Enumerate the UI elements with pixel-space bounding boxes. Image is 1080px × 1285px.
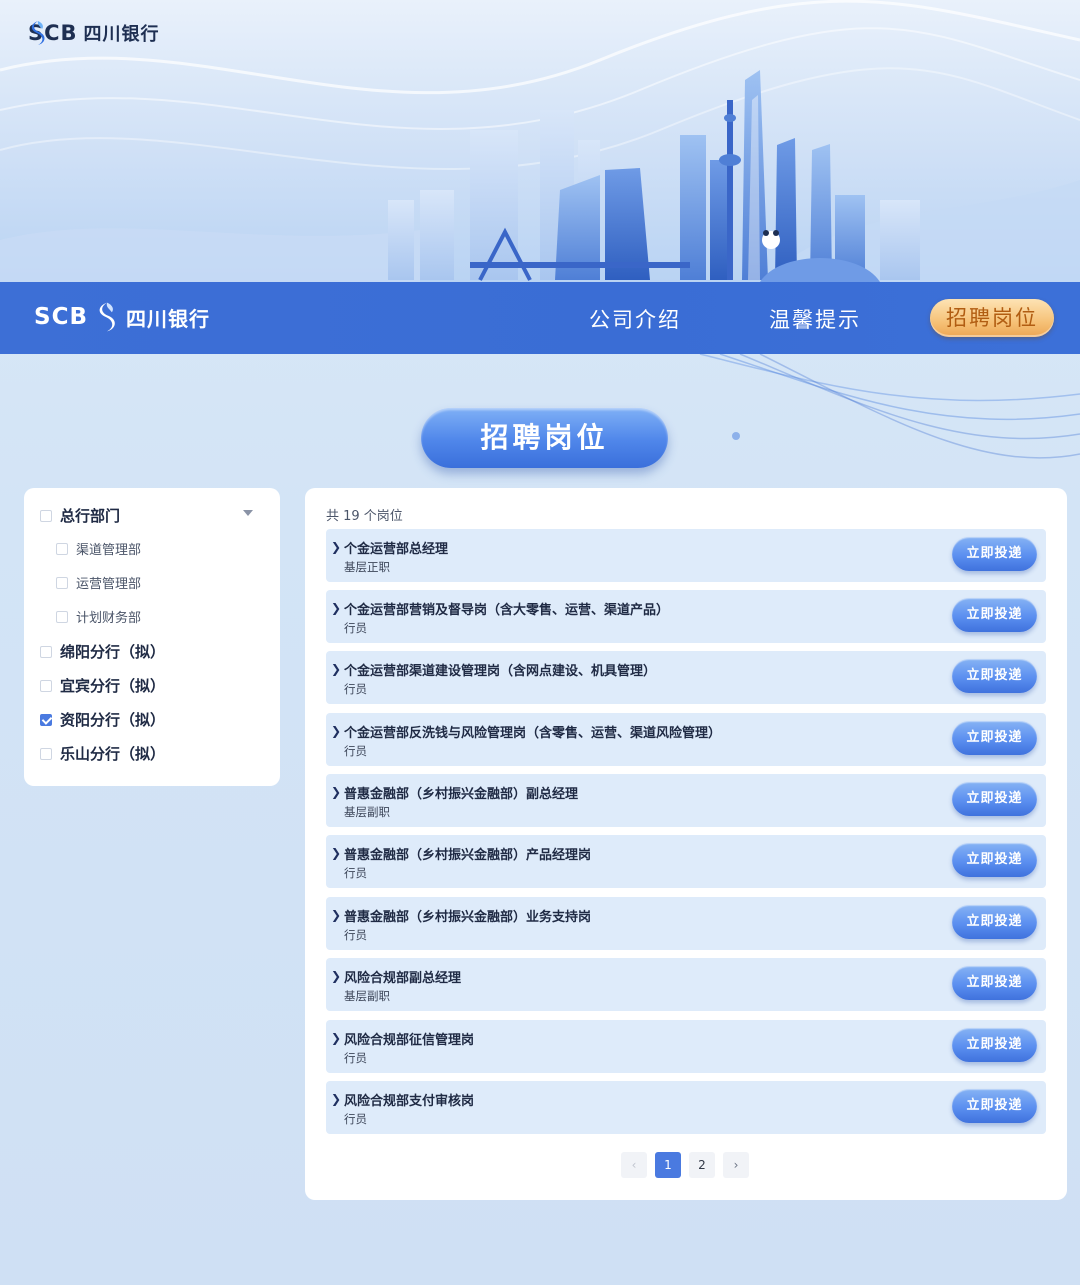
apply-button[interactable]: 立即投递 <box>952 1089 1037 1123</box>
chevron-right-icon: ❯ <box>331 1092 342 1106</box>
nav-logo-bank-name: 四川银行 <box>125 306 210 331</box>
job-row[interactable]: ❯ 风险合规部支付审核岗 行员 立即投递 <box>326 1081 1046 1134</box>
job-level: 行员 <box>344 928 367 942</box>
checkbox-checked[interactable] <box>40 713 52 726</box>
apply-button[interactable]: 立即投递 <box>952 782 1037 816</box>
job-level: 行员 <box>344 1112 367 1126</box>
job-title[interactable]: 个金运营部渠道建设管理岗（含网点建设、机具管理） <box>344 660 656 679</box>
city-skyline-illustration <box>0 0 1080 282</box>
job-title[interactable]: 个金运营部反洗钱与风险管理岗（含零售、运营、渠道风险管理） <box>344 722 721 741</box>
job-title[interactable]: 风险合规部支付审核岗 <box>344 1090 474 1109</box>
nav-tips[interactable]: 温馨提示 <box>769 304 861 334</box>
job-level: 行员 <box>344 866 367 880</box>
chevron-right-icon: ❯ <box>331 662 342 676</box>
job-row[interactable]: ❯ 普惠金融部（乡村振兴金融部）产品经理岗 行员 立即投递 <box>326 835 1046 888</box>
apply-button[interactable]: 立即投递 <box>952 1028 1037 1062</box>
filter-group-yibin[interactable]: 宜宾分行（拟） <box>40 675 165 696</box>
apply-button[interactable]: 立即投递 <box>952 537 1037 571</box>
job-title[interactable]: 普惠金融部（乡村振兴金融部）业务支持岗 <box>344 906 591 925</box>
job-list-panel: 共 19 个岗位 ❯ 个金运营部总经理 基层正职 立即投递 ❯ 个金运营部营销及… <box>305 488 1067 1200</box>
job-level: 行员 <box>344 621 367 635</box>
job-title[interactable]: 风险合规部副总经理 <box>344 967 461 986</box>
job-count: 共 19 个岗位 <box>326 509 403 524</box>
job-title[interactable]: 个金运营部营销及督导岗（含大零售、运营、渠道产品） <box>344 599 669 618</box>
chevron-right-icon: ❯ <box>331 785 342 799</box>
apply-button[interactable]: 立即投递 <box>952 598 1037 632</box>
job-row[interactable]: ❯ 个金运营部渠道建设管理岗（含网点建设、机具管理） 行员 立即投递 <box>326 651 1046 704</box>
checkbox[interactable] <box>56 610 68 623</box>
pagination-page[interactable]: 2 <box>689 1152 715 1178</box>
pagination-prev[interactable]: ‹ <box>621 1152 647 1178</box>
filter-panel: 总行部门 渠道管理部 运营管理部 计划财务部 绵阳分行（拟） 宜宾分行（拟） 资… <box>24 488 280 786</box>
job-row[interactable]: ❯ 个金运营部营销及督导岗（含大零售、运营、渠道产品） 行员 立即投递 <box>326 590 1046 643</box>
filter-label: 宜宾分行（拟） <box>60 677 166 695</box>
filter-item-finance[interactable]: 计划财务部 <box>56 607 141 626</box>
top-nav-bar: SCB 四川银行 公司介绍 温馨提示 招聘岗位 <box>0 282 1080 354</box>
checkbox[interactable] <box>40 679 52 692</box>
checkbox[interactable] <box>40 509 52 522</box>
job-row[interactable]: ❯ 个金运营部总经理 基层正职 立即投递 <box>326 529 1046 582</box>
apply-button[interactable]: 立即投递 <box>952 966 1037 1000</box>
job-level: 基层副职 <box>344 805 390 819</box>
apply-button[interactable]: 立即投递 <box>952 843 1037 877</box>
chevron-right-icon: ❯ <box>331 724 342 738</box>
checkbox[interactable] <box>40 645 52 658</box>
nav-job-positions[interactable]: 招聘岗位 <box>930 299 1054 337</box>
job-row[interactable]: ❯ 风险合规部征信管理岗 行员 立即投递 <box>326 1020 1046 1073</box>
logo-bank-name: 四川银行 <box>83 24 160 45</box>
job-title[interactable]: 普惠金融部（乡村振兴金融部）产品经理岗 <box>344 844 591 863</box>
checkbox[interactable] <box>56 576 68 589</box>
job-row[interactable]: ❯ 个金运营部反洗钱与风险管理岗（含零售、运营、渠道风险管理） 行员 立即投递 <box>326 713 1046 766</box>
job-row[interactable]: ❯ 普惠金融部（乡村振兴金融部）副总经理 基层副职 立即投递 <box>326 774 1046 827</box>
apply-button[interactable]: 立即投递 <box>952 905 1037 939</box>
job-level: 行员 <box>344 1051 367 1065</box>
chevron-right-icon: ❯ <box>331 1031 342 1045</box>
page-title: 招聘岗位 <box>421 408 668 468</box>
chevron-right-icon: ❯ <box>331 540 342 554</box>
job-row[interactable]: ❯ 普惠金融部（乡村振兴金融部）业务支持岗 行员 立即投递 <box>326 897 1046 950</box>
filter-group-mianyang[interactable]: 绵阳分行（拟） <box>40 641 165 662</box>
filter-label: 计划财务部 <box>76 611 142 626</box>
bank-logo-icon <box>99 302 115 332</box>
apply-button[interactable]: 立即投递 <box>952 721 1037 755</box>
filter-label: 乐山分行（拟） <box>60 745 166 763</box>
hero-logo: SCB 四川银行 <box>28 20 160 46</box>
chevron-down-icon[interactable] <box>243 510 253 516</box>
job-title[interactable]: 风险合规部征信管理岗 <box>344 1029 474 1048</box>
chevron-right-icon: ❯ <box>331 601 342 615</box>
filter-group-leshan[interactable]: 乐山分行（拟） <box>40 743 165 764</box>
nav-logo[interactable]: SCB 四川银行 <box>34 300 210 334</box>
job-level: 基层副职 <box>344 989 390 1003</box>
filter-item-channel-mgmt[interactable]: 渠道管理部 <box>56 539 141 558</box>
filter-label: 绵阳分行（拟） <box>60 643 166 661</box>
hero-banner: SCB 四川银行 <box>0 0 1080 282</box>
checkbox[interactable] <box>40 747 52 760</box>
nav-company-intro[interactable]: 公司介绍 <box>589 304 681 334</box>
job-title[interactable]: 个金运营部总经理 <box>344 538 448 557</box>
job-level: 行员 <box>344 744 367 758</box>
apply-button[interactable]: 立即投递 <box>952 659 1037 693</box>
job-row[interactable]: ❯ 风险合规部副总经理 基层副职 立即投递 <box>326 958 1046 1011</box>
chevron-right-icon: ❯ <box>331 969 342 983</box>
pagination-next[interactable]: › <box>723 1152 749 1178</box>
pagination-page[interactable]: 1 <box>655 1152 681 1178</box>
nav-logo-scb-text: SCB <box>34 304 88 330</box>
filter-item-operations-mgmt[interactable]: 运营管理部 <box>56 573 141 592</box>
filter-group-ziyang[interactable]: 资阳分行（拟） <box>40 709 165 730</box>
bank-logo-icon <box>31 21 45 45</box>
job-level: 行员 <box>344 682 367 696</box>
filter-label: 运营管理部 <box>76 577 142 592</box>
job-level: 基层正职 <box>344 560 390 574</box>
filter-label: 总行部门 <box>60 507 121 525</box>
filter-label: 渠道管理部 <box>76 543 142 558</box>
chevron-right-icon: ❯ <box>331 908 342 922</box>
checkbox[interactable] <box>56 542 68 555</box>
filter-group-head-office[interactable]: 总行部门 <box>40 505 120 526</box>
job-title[interactable]: 普惠金融部（乡村振兴金融部）副总经理 <box>344 783 578 802</box>
filter-label: 资阳分行（拟） <box>60 711 166 729</box>
chevron-right-icon: ❯ <box>331 846 342 860</box>
